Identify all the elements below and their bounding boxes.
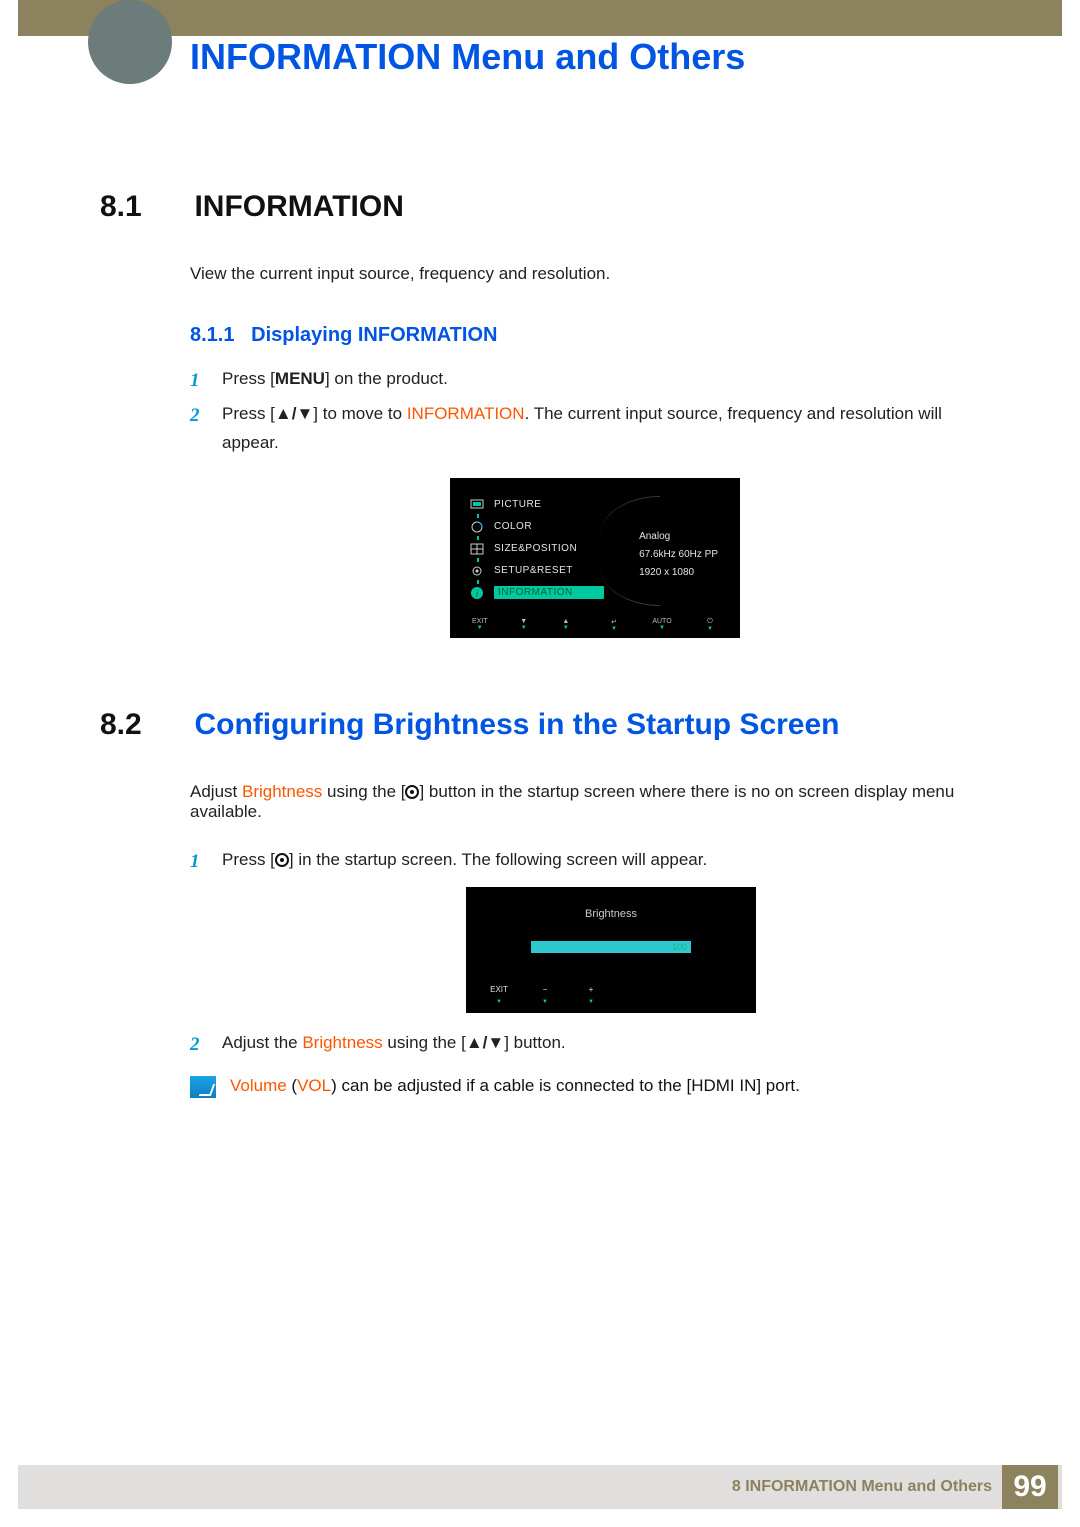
circle-dot-icon <box>275 853 289 867</box>
osd-brightness-screenshot: Brightness 100 EXIT▼ −▼ +▼ <box>466 887 756 1013</box>
section-description: Adjust Brightness using the [] button in… <box>190 782 1000 822</box>
size-position-icon <box>468 540 486 558</box>
circle-dot-icon <box>405 785 419 799</box>
osd-item-picture: PICTURE <box>460 494 630 516</box>
brightness-keyword: Brightness <box>302 1033 382 1052</box>
step-1: Press [] in the startup screen. The foll… <box>190 846 1000 1013</box>
picture-icon <box>468 496 486 514</box>
info-icon: i <box>468 584 486 602</box>
info-frequency: 67.6kHz 60Hz PP <box>639 546 718 564</box>
info-source: Analog <box>639 528 718 546</box>
svg-text:i: i <box>476 589 479 600</box>
osd-item-sizepos: SIZE&POSITION <box>460 538 630 560</box>
note-icon <box>190 1076 216 1098</box>
brightness-keyword: Brightness <box>242 782 322 801</box>
page-number: 99 <box>1002 1465 1058 1509</box>
osd-brightness-title: Brightness <box>476 905 746 924</box>
section-description: View the current input source, frequency… <box>190 264 1000 284</box>
brightness-bar: 100 <box>531 941 691 953</box>
step-2: Adjust the Brightness using the [▲/▼] bu… <box>190 1029 1000 1058</box>
subsection-title: 8.1.1 Displaying INFORMATION <box>190 324 1000 347</box>
section-number: 8.2 <box>100 708 190 742</box>
footer: 8 INFORMATION Menu and Others 99 <box>18 1465 1062 1509</box>
brightness-value: 100 <box>672 940 687 955</box>
osd-item-color: COLOR <box>460 516 630 538</box>
section-8-2: 8.2 Configuring Brightness in the Startu… <box>100 708 1000 1098</box>
section-title: INFORMATION <box>194 190 403 224</box>
footer-text: 8 INFORMATION Menu and Others <box>732 1478 992 1496</box>
osd-button-bar: EXIT▼ −▼ +▼ <box>476 983 746 1007</box>
up-down-arrows: ▲/▼ <box>466 1033 504 1052</box>
section-number: 8.1 <box>100 190 190 224</box>
osd-item-setup: SETUP&RESET <box>460 560 630 582</box>
gear-icon <box>468 562 486 580</box>
osd-item-information-selected: i INFORMATION <box>460 582 630 604</box>
step-2: Press [▲/▼] to move to INFORMATION. The … <box>190 400 1000 458</box>
step-1: Press [MENU] on the product. <box>190 365 1000 394</box>
info-resolution: 1920 x 1080 <box>639 564 718 582</box>
chapter-title: INFORMATION Menu and Others <box>190 36 745 78</box>
header-bar <box>18 0 1062 36</box>
information-keyword: INFORMATION <box>407 404 525 423</box>
osd-info-pane: Analog 67.6kHz 60Hz PP 1920 x 1080 <box>639 528 718 582</box>
section-title: Configuring Brightness in the Startup Sc… <box>194 708 839 742</box>
section-8-1: 8.1 INFORMATION View the current input s… <box>100 190 1000 638</box>
chapter-badge <box>88 0 172 84</box>
note: Volume (VOL) can be adjusted if a cable … <box>190 1076 1000 1098</box>
osd-button-bar: EXIT▼ ▼▼ ▲▼ ↵▼ AUTO▼ ⏻▼ <box>460 618 730 632</box>
note-text: Volume (VOL) can be adjusted if a cable … <box>230 1076 800 1096</box>
osd-information-screenshot: PICTURE COLOR SIZE&POSITION SETUP&RESET <box>450 478 740 638</box>
menu-keyword: MENU <box>275 369 325 388</box>
color-icon <box>468 518 486 536</box>
up-down-arrows: ▲/▼ <box>275 404 313 423</box>
